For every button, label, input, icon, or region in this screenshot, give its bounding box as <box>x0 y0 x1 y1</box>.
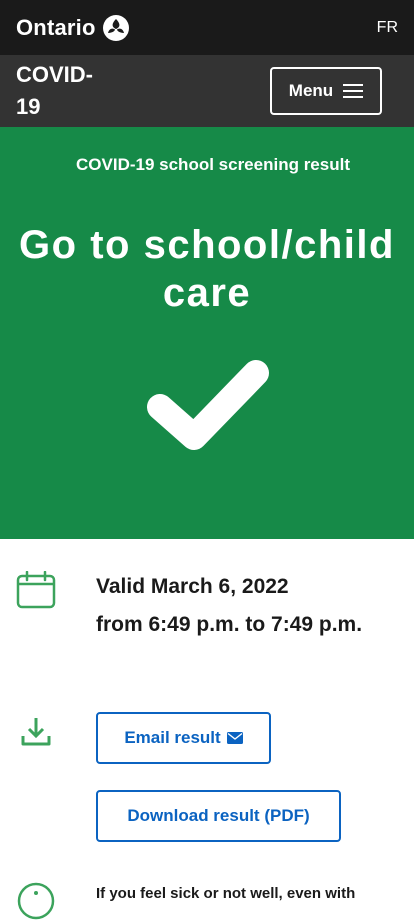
result-heading: Go to school/child care <box>19 223 395 315</box>
email-result-label: Email result <box>124 728 221 747</box>
brand-text: Ontario <box>16 14 96 40</box>
result-banner: COVID-19 school screening result Go to s… <box>0 127 414 539</box>
valid-date: Valid March 6, 2022 <box>96 575 289 598</box>
download-icon <box>21 718 51 746</box>
hamburger-icon <box>343 84 364 98</box>
download-result-label: Download result (PDF) <box>127 806 310 825</box>
email-result-button[interactable]: Email result <box>96 712 271 764</box>
valid-time-range: from 6:49 p.m. to 7:49 p.m. <box>96 613 363 636</box>
trillium-icon <box>102 14 129 41</box>
app-title: COVID-19 <box>16 62 93 119</box>
menu-button[interactable]: Menu <box>270 67 382 115</box>
calendar-icon <box>16 571 56 609</box>
checkmark-icon <box>147 360 269 450</box>
mail-icon <box>226 732 243 744</box>
menu-label: Menu <box>288 81 334 100</box>
result-subtitle: COVID-19 school screening result <box>76 155 350 174</box>
ontario-logo[interactable]: Ontario <box>16 14 130 42</box>
app-header: COVID-19 Menu <box>0 55 414 127</box>
download-result-button[interactable]: Download result (PDF) <box>96 790 341 842</box>
info-icon <box>17 882 55 920</box>
notice-text: If you feel sick or not well, even with <box>96 885 356 902</box>
language-toggle-link[interactable]: FR <box>377 19 398 37</box>
top-bar: Ontario FR <box>0 0 414 55</box>
